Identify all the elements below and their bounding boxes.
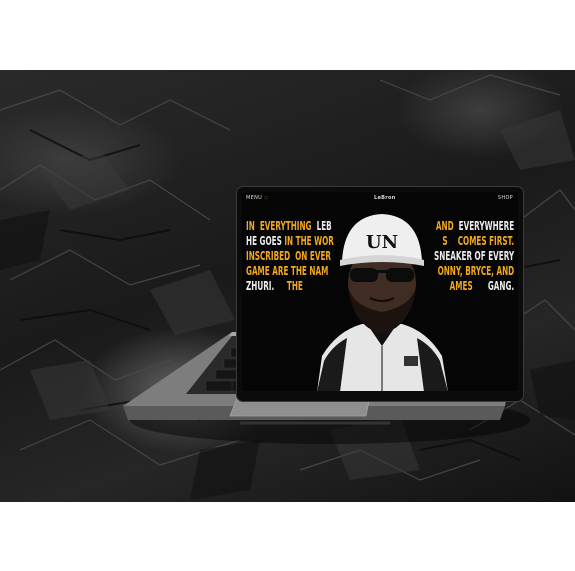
headline-line: AND EVERYWHERE (434, 218, 514, 233)
headline-right: AND EVERYWHERE S COMES FIRST. SNEAKER OF… (434, 218, 514, 293)
headline-word: COMES FIRST. (457, 233, 514, 248)
headline-word: ONNY, BRYCE, AND (437, 263, 514, 278)
headline-word: EVERYTHING (259, 218, 312, 233)
menu-button[interactable]: MENU:: (246, 195, 268, 201)
headline-line: ONNY, BRYCE, AND (434, 263, 514, 278)
headline-word: GANG. (487, 278, 514, 293)
product-photo: MENU:: LeBron SHOP IN EVERYTHING LEB HE … (0, 70, 575, 502)
portrait-image: UN (317, 214, 448, 391)
headline-word: SNEAKER OF EVERY (433, 248, 514, 263)
headline-line: AMES GANG. (434, 278, 514, 293)
headline-word: THE (286, 278, 303, 293)
cap-logo-text: UN (366, 232, 398, 253)
headline-word: INSCRIBED (246, 248, 291, 263)
headline-word: S (442, 233, 448, 248)
menu-dots-icon: :: (264, 195, 269, 201)
headline-line: SNEAKER OF EVERY (434, 248, 514, 263)
headline-word: IN (246, 218, 255, 233)
headline-word: AND (435, 218, 454, 233)
headline-word: AMES (449, 278, 473, 293)
headline-word: HE GOES (246, 233, 282, 248)
headline-line: S COMES FIRST. (434, 233, 514, 248)
shop-link[interactable]: SHOP (498, 195, 513, 201)
headline-word: ZHURI. (246, 278, 275, 293)
site-logo[interactable]: LeBron (374, 195, 396, 201)
website-screen: MENU:: LeBron SHOP IN EVERYTHING LEB HE … (242, 192, 518, 391)
menu-label: MENU (246, 195, 263, 201)
laptop-screen: MENU:: LeBron SHOP IN EVERYTHING LEB HE … (237, 187, 523, 401)
headline-word: EVERYWHERE (458, 218, 514, 233)
